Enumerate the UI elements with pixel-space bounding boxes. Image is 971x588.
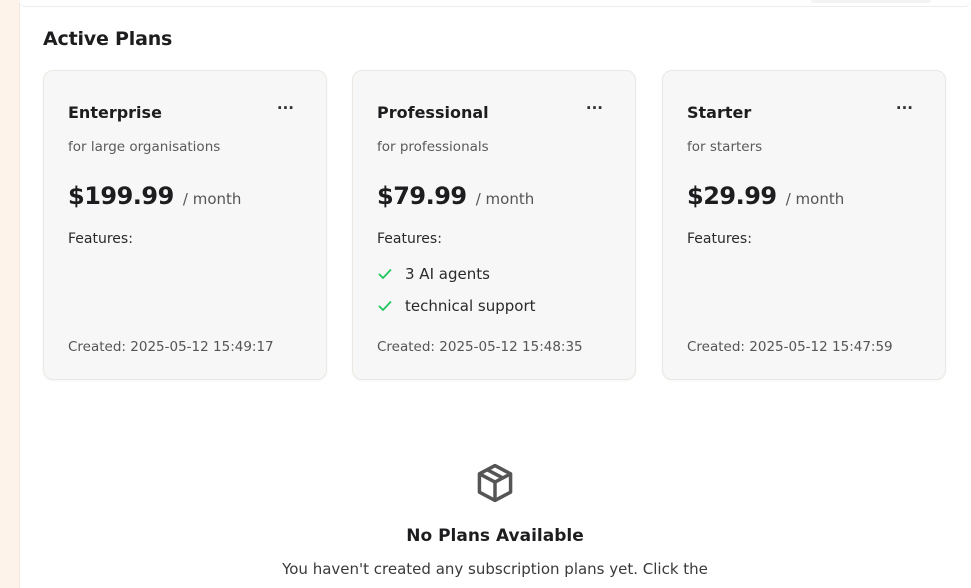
feature-label: technical support (405, 297, 536, 315)
plan-created-date: Created: 2025-05-12 15:49:17 (68, 339, 274, 355)
plan-price-row: $79.99 / month (377, 182, 534, 210)
plan-price: $29.99 (687, 182, 777, 210)
feature-item: technical support (377, 290, 536, 322)
plan-created-date: Created: 2025-05-12 15:48:35 (377, 339, 583, 355)
more-options-icon[interactable]: ··· (277, 101, 294, 116)
more-options-icon[interactable]: ··· (586, 101, 603, 116)
plan-card-enterprise: Enterprise ··· for large organisations $… (43, 70, 327, 380)
plan-description: for large organisations (68, 139, 221, 155)
plan-created-date: Created: 2025-05-12 15:47:59 (687, 339, 893, 355)
plan-price: $79.99 (377, 182, 467, 210)
plan-price-row: $29.99 / month (687, 182, 844, 210)
plan-name: Enterprise (68, 103, 162, 122)
features-label: Features: (68, 231, 133, 247)
plan-period: / month (182, 190, 242, 208)
plan-name: Professional (377, 103, 489, 122)
plan-card-professional: Professional ··· for professionals $79.9… (352, 70, 636, 380)
plan-period: / month (785, 190, 845, 208)
features-list: 3 AI agents technical support (377, 258, 536, 322)
empty-state-title: No Plans Available (406, 526, 584, 546)
feature-label: 3 AI agents (405, 265, 490, 283)
section-title: Active Plans (43, 28, 173, 50)
check-icon (378, 269, 392, 279)
plan-price-row: $199.99 / month (68, 182, 241, 210)
plan-period: / month (475, 190, 535, 208)
empty-state-text: You haven't created any subscription pla… (282, 560, 708, 578)
plan-card-starter: Starter ··· for starters $29.99 / month … (662, 70, 946, 380)
empty-state: No Plans Available You haven't created a… (19, 460, 971, 578)
plan-description: for starters (687, 139, 763, 155)
plan-price: $199.99 (68, 182, 174, 210)
plan-description: for professionals (377, 139, 489, 155)
feature-item: 3 AI agents (377, 258, 536, 290)
more-options-icon[interactable]: ··· (896, 101, 913, 116)
top-panel-tab (811, 0, 931, 3)
package-icon (477, 463, 513, 503)
features-label: Features: (377, 231, 442, 247)
features-label: Features: (687, 231, 752, 247)
sidebar-edge (0, 0, 20, 588)
plan-name: Starter (687, 103, 752, 122)
check-icon (378, 301, 392, 311)
